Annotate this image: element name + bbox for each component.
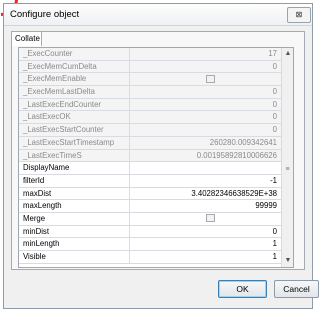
- property-value: 0: [272, 112, 277, 122]
- tab-collate[interactable]: Collate: [11, 31, 42, 46]
- property-value: 260280.009342641: [209, 137, 277, 147]
- ok-button[interactable]: OK: [218, 280, 267, 298]
- title-bar: Configure object ⊠: [4, 4, 312, 26]
- property-value[interactable]: 1: [130, 251, 280, 263]
- property-name: minLength: [19, 238, 130, 250]
- scroll-thumb-grip-icon[interactable]: ≡: [283, 164, 292, 176]
- property-value: [130, 73, 280, 85]
- property-name: _LastExecStartTimestamp: [19, 136, 130, 149]
- property-checkbox[interactable]: [206, 214, 215, 223]
- property-row[interactable]: _ExecMemCumDelta 0: [19, 60, 293, 74]
- property-row[interactable]: Visible 1: [19, 251, 293, 264]
- scroll-down-icon[interactable]: ▼: [282, 255, 293, 267]
- property-name: _LastExecEndCounter: [19, 98, 130, 111]
- property-row[interactable]: filterId -1: [19, 174, 293, 188]
- property-value[interactable]: -1: [130, 175, 280, 187]
- property-name: _ExecCounter: [19, 48, 130, 60]
- property-value: 0: [272, 125, 277, 135]
- scroll-up-icon[interactable]: ▲: [282, 48, 293, 60]
- property-row[interactable]: Merge: [19, 212, 293, 226]
- property-value[interactable]: [130, 213, 280, 225]
- property-value[interactable]: 99999: [130, 200, 280, 212]
- property-name: _LastExecTimeS: [19, 149, 130, 162]
- property-row[interactable]: _LastExecTimeS 0.00195892810006626: [19, 149, 293, 163]
- property-value[interactable]: 0: [130, 226, 280, 238]
- property-name: maxLength: [19, 200, 130, 212]
- property-name: Merge: [19, 212, 130, 225]
- property-value: 0: [272, 87, 277, 97]
- close-icon: ⊠: [295, 10, 303, 19]
- property-checkbox: [206, 74, 215, 83]
- property-row[interactable]: _ExecMemLastDelta 0: [19, 86, 293, 99]
- property-name: filterId: [19, 174, 130, 187]
- property-row[interactable]: _LastExecOK 0: [19, 111, 293, 125]
- property-value[interactable]: 1: [130, 238, 280, 250]
- property-name: DisplayName: [19, 162, 130, 174]
- property-value: 0.00195892810006626: [196, 150, 277, 160]
- property-value: 17: [268, 49, 277, 58]
- property-row[interactable]: _LastExecStartTimestamp 260280.009342641: [19, 136, 293, 150]
- tab-panel: Collate _ExecCounter 17 _ExecMemCumDelta 0 _…: [11, 31, 305, 270]
- property-row[interactable]: _LastExecStartCounter 0: [19, 124, 293, 137]
- property-row[interactable]: maxDist 3.40282346638529E+38: [19, 187, 293, 201]
- property-value[interactable]: 3.40282346638529E+38: [130, 188, 280, 200]
- property-row[interactable]: _ExecMemEnable: [19, 73, 293, 87]
- property-row[interactable]: maxLength 99999: [19, 200, 293, 213]
- property-name: maxDist: [19, 187, 130, 200]
- property-value: 0: [272, 61, 277, 71]
- property-name: minDist: [19, 225, 130, 238]
- dialog-title: Configure object: [10, 9, 80, 20]
- cancel-button[interactable]: Cancel: [274, 280, 319, 298]
- property-value: 0: [272, 99, 277, 109]
- configure-object-dialog: Configure object ⊠ Collate _ExecCounter 1…: [3, 3, 319, 309]
- property-name: _ExecMemEnable: [19, 73, 130, 86]
- property-row[interactable]: DisplayName: [19, 162, 293, 175]
- property-name: Visible: [19, 251, 130, 263]
- property-name: _LastExecOK: [19, 111, 130, 124]
- property-value[interactable]: [130, 162, 280, 174]
- property-rows: _ExecCounter 17 _ExecMemCumDelta 0 _ExecMemE…: [19, 48, 293, 264]
- vertical-scrollbar[interactable]: ▲ ≡ ▼: [281, 48, 293, 267]
- property-row[interactable]: _LastExecEndCounter 0: [19, 98, 293, 112]
- property-row[interactable]: minLength 1: [19, 238, 293, 251]
- property-name: _ExecMemCumDelta: [19, 60, 130, 73]
- property-row[interactable]: minDist 0: [19, 225, 293, 239]
- property-grid: _ExecCounter 17 _ExecMemCumDelta 0 _ExecMemE…: [18, 47, 294, 268]
- property-name: _LastExecStartCounter: [19, 124, 130, 136]
- property-row[interactable]: _ExecCounter 17: [19, 48, 293, 61]
- close-button[interactable]: ⊠: [287, 7, 311, 23]
- property-name: _ExecMemLastDelta: [19, 86, 130, 98]
